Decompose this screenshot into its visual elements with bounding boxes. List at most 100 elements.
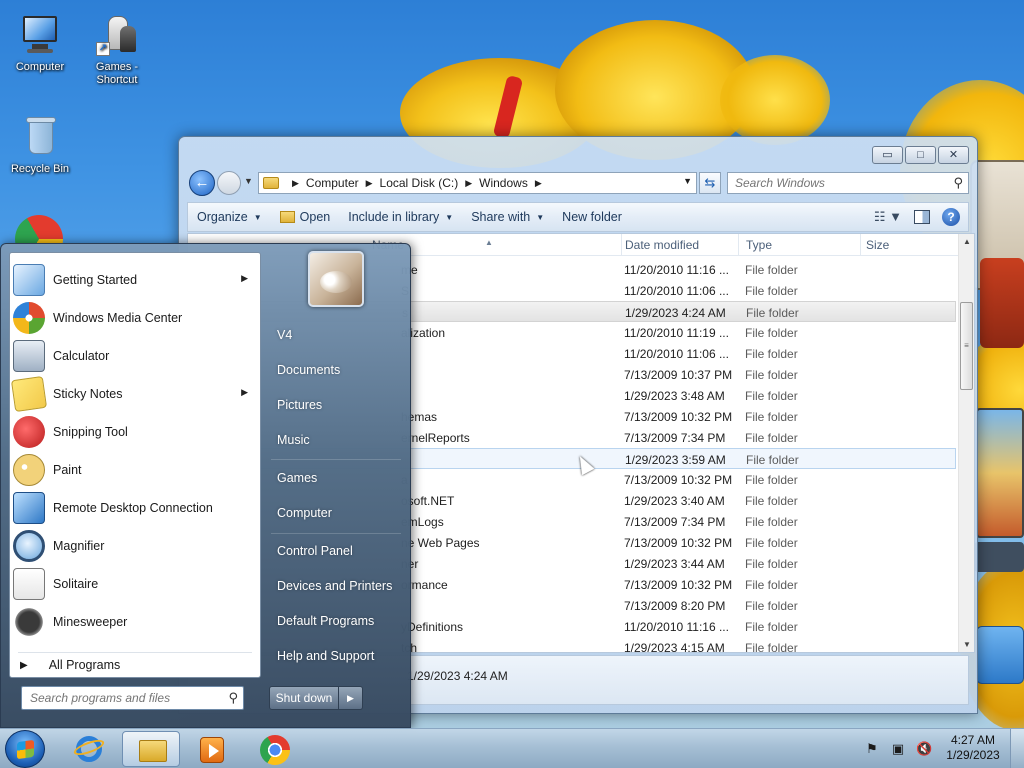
scroll-down-icon[interactable]: ▼ (959, 640, 974, 649)
file-type: File folder (745, 557, 798, 571)
file-date: 7/13/2009 10:32 PM (624, 473, 733, 487)
taskbar-windows-explorer[interactable] (122, 731, 180, 767)
start-item-pictures[interactable]: Pictures (277, 398, 322, 412)
chevron-right-icon[interactable]: ▶ (465, 178, 472, 189)
open-button[interactable]: Open (271, 203, 340, 231)
volume-muted-icon[interactable]: 🔇 (916, 741, 932, 757)
start-program-item[interactable]: Sticky Notes ▶ (10, 375, 260, 413)
new-folder-button[interactable]: New folder (553, 203, 631, 231)
start-item-help-support[interactable]: Help and Support (277, 649, 374, 663)
column-header-type[interactable]: Type (746, 238, 772, 252)
start-button[interactable] (5, 730, 45, 768)
start-item-devices-printers[interactable]: Devices and Printers (277, 579, 392, 593)
desktop-icon-label: Recycle Bin (10, 163, 70, 175)
start-program-item[interactable]: Getting Started ▶ (10, 261, 260, 299)
file-type: File folder (745, 515, 798, 529)
file-type: File folder (745, 431, 798, 445)
address-bar[interactable]: ▶ Computer ▶ Local Disk (C:) ▶ Windows ▶… (258, 172, 697, 194)
search-box[interactable]: ⚲ (727, 172, 969, 194)
close-button[interactable]: ✕ (938, 146, 969, 164)
start-program-item[interactable]: Solitaire (10, 565, 260, 603)
chevron-right-icon[interactable]: ▶ (535, 178, 542, 189)
scroll-thumb[interactable]: ≡ (960, 302, 973, 390)
start-program-item[interactable]: Windows Media Center (10, 299, 260, 337)
refresh-button[interactable]: ⇆ (699, 172, 721, 194)
help-icon[interactable]: ? (942, 208, 960, 226)
start-item-user[interactable]: V4 (277, 328, 292, 342)
file-date: 7/13/2009 8:20 PM (624, 599, 726, 613)
maximize-button[interactable]: □ (905, 146, 936, 164)
user-picture[interactable] (308, 251, 364, 307)
action-center-flag-icon[interactable]: ⚑ (864, 741, 880, 757)
start-program-label: Snipping Tool (53, 425, 128, 439)
start-program-item[interactable]: Magnifier (10, 527, 260, 565)
start-program-item[interactable]: Calculator (10, 337, 260, 375)
desktop-icon-computer[interactable]: Computer (0, 12, 80, 74)
start-program-item[interactable]: Snipping Tool (10, 413, 260, 451)
gadget-panel[interactable] (980, 258, 1024, 348)
chevron-right-icon[interactable]: ▶ (292, 178, 299, 189)
recycle-bin-icon (17, 114, 63, 160)
start-program-item[interactable]: Remote Desktop Connection (10, 489, 260, 527)
all-programs-label: All Programs (48, 658, 121, 672)
breadcrumb-local-disk[interactable]: Local Disk (C:) (380, 176, 459, 190)
desktop-icon-recycle-bin[interactable]: Recycle Bin (0, 114, 80, 176)
column-header-date[interactable]: Date modified (625, 238, 699, 252)
gadget-panel-small[interactable] (974, 542, 1024, 572)
include-in-library-button[interactable]: Include in library ▼ (339, 203, 462, 231)
chevron-right-icon: ▶ (20, 659, 28, 671)
windows-logo-icon (17, 739, 34, 760)
start-item-default-programs[interactable]: Default Programs (277, 614, 374, 628)
search-input[interactable] (728, 173, 938, 193)
start-search-input[interactable] (22, 687, 217, 709)
file-type: File folder (745, 389, 798, 403)
start-item-control-panel[interactable]: Control Panel (277, 544, 353, 558)
preview-pane-icon[interactable] (914, 210, 930, 224)
file-date: 11/20/2010 11:06 ... (624, 347, 729, 361)
start-item-games[interactable]: Games (277, 471, 317, 485)
organize-button[interactable]: Organize ▼ (188, 203, 271, 231)
show-desktop-button[interactable] (1010, 729, 1024, 768)
submenu-arrow-icon[interactable]: ▶ (241, 273, 248, 284)
vertical-scrollbar[interactable]: ▲ ≡ ▼ (958, 234, 974, 652)
system-clock[interactable]: 4:27 AM 1/29/2023 (940, 733, 1006, 763)
minimize-button[interactable]: ▭ (872, 146, 903, 164)
recent-pages-dropdown[interactable]: ▼ (244, 176, 253, 186)
submenu-arrow-icon[interactable]: ▶ (241, 387, 248, 398)
start-item-documents[interactable]: Documents (277, 363, 340, 377)
taskbar-internet-explorer[interactable] (60, 731, 118, 767)
divider (18, 652, 252, 653)
weather-gadget[interactable] (976, 626, 1024, 684)
chevron-down-icon: ▼ (445, 212, 454, 222)
breadcrumb-windows[interactable]: Windows (479, 176, 528, 190)
start-item-computer[interactable]: Computer (277, 506, 332, 520)
scroll-up-icon[interactable]: ▲ (959, 237, 974, 246)
start-program-label: Minesweeper (53, 615, 128, 629)
search-icon[interactable]: ⚲ (953, 175, 963, 191)
column-header-size[interactable]: Size (866, 238, 889, 252)
taskbar-media-player[interactable] (182, 731, 240, 767)
desktop-chrome-icon[interactable] (15, 215, 63, 245)
shutdown-options-icon[interactable]: ▶ (339, 686, 363, 710)
file-date: 7/13/2009 10:32 PM (624, 578, 733, 592)
desktop-icon-label: Computer (15, 61, 65, 73)
share-with-button[interactable]: Share with ▼ (462, 203, 553, 231)
start-search-box[interactable]: ⚲ (21, 686, 244, 710)
back-button[interactable]: ← (189, 170, 215, 196)
share-label: Share with (471, 210, 531, 224)
forward-button[interactable] (217, 171, 241, 195)
all-programs-button[interactable]: ▶ All Programs (20, 658, 120, 672)
change-view-icon[interactable]: ☷ ▼ (874, 209, 902, 225)
start-program-item[interactable]: Paint (10, 451, 260, 489)
desktop-icon-games-shortcut[interactable]: ↗ Games - Shortcut (77, 12, 157, 87)
shutdown-button[interactable]: Shut down (269, 686, 339, 710)
start-item-music[interactable]: Music (277, 433, 310, 447)
taskbar-chrome[interactable] (245, 731, 303, 767)
chevron-right-icon[interactable]: ▶ (366, 178, 373, 189)
search-icon[interactable]: ⚲ (228, 690, 238, 706)
network-icon[interactable]: ▣ (890, 741, 906, 757)
breadcrumb-computer[interactable]: Computer (306, 176, 359, 190)
address-dropdown-icon[interactable]: ▼ (683, 176, 692, 186)
slideshow-gadget[interactable] (976, 408, 1024, 538)
start-program-item[interactable]: Minesweeper (10, 603, 260, 641)
